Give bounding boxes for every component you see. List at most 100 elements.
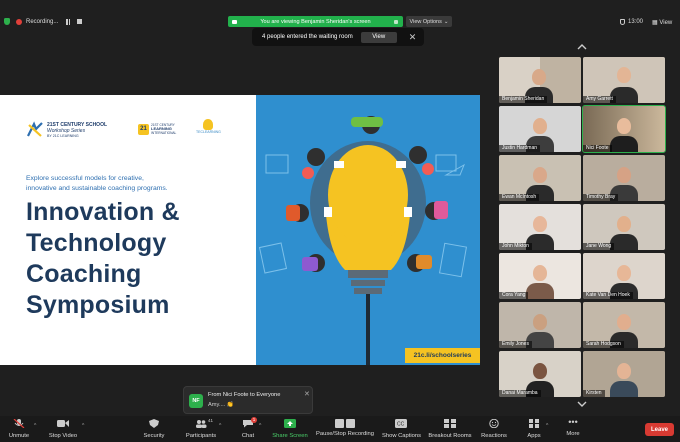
share-screen-button[interactable]: Share Screen <box>272 416 308 439</box>
video-tile[interactable]: Ewan McIntosh <box>499 155 581 201</box>
stop-icon <box>346 419 355 428</box>
chevron-up-icon[interactable]: ^ <box>82 423 84 429</box>
title-line-2: Technology <box>26 229 167 257</box>
leave-button[interactable]: Leave <box>645 423 674 436</box>
show-captions-button[interactable]: CC Show Captions <box>382 416 421 439</box>
video-tile[interactable]: Emily Jones <box>499 302 581 348</box>
participant-name: Cora Yang <box>499 292 529 299</box>
recording-indicator[interactable]: Recording... <box>4 18 83 25</box>
title-line-4: Symposium <box>26 291 170 319</box>
close-icon[interactable]: ✕ <box>409 32 417 43</box>
shared-screen: 21ST CENTURY SCHOOL Workshop Series BY 2… <box>0 95 480 365</box>
chevron-up-icon[interactable]: ^ <box>546 423 548 429</box>
participant-name: Emily Jones <box>499 341 532 348</box>
participant-name: Kirsten <box>583 390 605 397</box>
chevron-down-icon[interactable] <box>577 401 587 407</box>
lightbulb-meeting-illustration <box>258 116 468 365</box>
video-tile-active-speaker[interactable]: Nici Foote <box>582 105 666 153</box>
apps-label: Apps <box>527 433 541 439</box>
21st-century-learning-logo: 21 21ST CENTURY LEARNING INTERNATIONAL <box>138 123 176 135</box>
apps-button[interactable]: Apps <box>524 416 544 439</box>
chat-sender: From Nici Foote to Everyone <box>208 392 281 398</box>
participant-name: Kate Van Den Hoek <box>583 292 633 299</box>
screen-share-icon <box>232 19 237 24</box>
slide-url: 21c.li/schoolseries <box>405 348 480 363</box>
chat-button[interactable]: 1 Chat <box>238 416 258 439</box>
waiting-room-text: 4 people entered the waiting room <box>262 34 353 40</box>
view-options-button[interactable]: View Options ⌄ <box>406 16 452 27</box>
breakout-rooms-button[interactable]: Breakout Rooms <box>428 416 472 439</box>
participants-button[interactable]: 41 Participants <box>184 416 218 439</box>
lightbulb-icon <box>203 119 214 130</box>
video-tile[interactable]: Jane Wong <box>583 204 665 250</box>
participant-name: Amy Garrett <box>583 96 616 103</box>
chat-notification[interactable]: NF From Nici Foote to Everyone Amy.... 👏… <box>183 386 313 414</box>
security-shield-icon <box>4 18 10 25</box>
logo2-mark: 21 <box>138 123 149 135</box>
breakout-rooms-icon <box>444 419 456 428</box>
participants-icon <box>196 420 207 428</box>
video-tile[interactable]: Sarah Hodgson <box>583 302 665 348</box>
video-tile[interactable]: Kirsten <box>583 351 665 397</box>
chevron-up-icon[interactable]: ^ <box>259 423 261 429</box>
video-camera-icon <box>57 420 69 427</box>
participant-name: Jane Wong <box>583 243 615 250</box>
video-tile[interactable]: John Mikton <box>499 204 581 250</box>
pause-stop-recording-button[interactable]: Pause/Stop Recording <box>316 416 374 437</box>
participant-name: Benjamin Sheridan <box>499 96 548 103</box>
video-tile[interactable]: Justin Hardman <box>499 106 581 152</box>
stop-video-label: Stop Video <box>48 433 78 439</box>
video-tile[interactable]: Danai Maramba <box>499 351 581 397</box>
chevron-down-icon: ⌄ <box>443 18 449 25</box>
21st-century-school-logo: 21ST CENTURY SCHOOL Workshop Series BY 2… <box>26 121 107 139</box>
unmute-button[interactable]: Unmute <box>6 416 32 439</box>
stop-video-button[interactable]: Stop Video <box>46 416 80 439</box>
shield-check-icon <box>620 19 625 25</box>
logo2-line-3: INTERNATIONAL <box>151 131 177 135</box>
video-tile[interactable]: Amy Garrett <box>583 57 665 103</box>
video-tile[interactable]: Kate Van Den Hoek <box>583 253 665 299</box>
participant-name: Ewan McIntosh <box>499 194 540 201</box>
participant-gallery: Benjamin Sheridan Amy Garrett Justin Har… <box>498 56 668 397</box>
chat-label: Chat <box>241 433 255 439</box>
video-tile[interactable]: Timothy Bray <box>583 155 665 201</box>
view-layout-button[interactable]: ▦ View <box>652 19 672 26</box>
share-screen-label: Share Screen <box>272 433 308 439</box>
apps-grid-icon <box>529 419 539 428</box>
avatar: NF <box>189 394 203 408</box>
title-line-3: Coaching <box>26 260 142 288</box>
top-bar: Recording... You are viewing Benjamin Sh… <box>0 0 680 48</box>
pause-stop-icons <box>333 419 357 428</box>
clock-text: 13:00 <box>628 19 644 25</box>
chevron-up-icon[interactable]: ^ <box>34 423 36 429</box>
unmute-label: Unmute <box>8 433 30 439</box>
security-button[interactable]: Security <box>140 416 168 439</box>
stop-recording-icon[interactable] <box>77 19 83 24</box>
waiting-room-view-button[interactable]: View <box>360 31 397 43</box>
video-tile[interactable]: Cora Yang <box>499 253 581 299</box>
chevron-up-icon[interactable] <box>577 44 587 50</box>
reactions-button[interactable]: Reactions <box>480 416 508 439</box>
chevron-up-icon[interactable]: ^ <box>219 423 221 429</box>
slide-illustration-panel: 21c.li/schoolseries <box>256 95 480 365</box>
participants-count: 41 <box>208 418 214 423</box>
microphone-muted-icon <box>13 418 25 429</box>
participant-name: Nici Foote <box>583 145 612 152</box>
view-layout-label: View <box>659 20 673 26</box>
pause-icon <box>335 419 344 428</box>
smiley-icon <box>489 418 499 429</box>
more-button[interactable]: ••• More <box>562 416 584 438</box>
options-icon <box>394 19 398 24</box>
logo3-text: TECLEARNING <box>196 130 221 134</box>
teclearning-logo: TECLEARNING <box>196 119 221 134</box>
participant-name: Justin Hardman <box>499 145 541 152</box>
more-dots-icon: ••• <box>568 417 578 427</box>
recording-dot-icon <box>16 18 22 25</box>
chat-badge: 1 <box>251 417 257 423</box>
pause-recording-icon[interactable] <box>66 18 71 25</box>
video-tile[interactable]: Benjamin Sheridan <box>499 57 581 103</box>
slide-subtitle: Explore successful models for creative, … <box>26 174 246 194</box>
security-label: Security <box>143 433 165 439</box>
close-icon[interactable]: ✕ <box>304 390 310 398</box>
show-captions-label: Show Captions <box>382 433 421 439</box>
